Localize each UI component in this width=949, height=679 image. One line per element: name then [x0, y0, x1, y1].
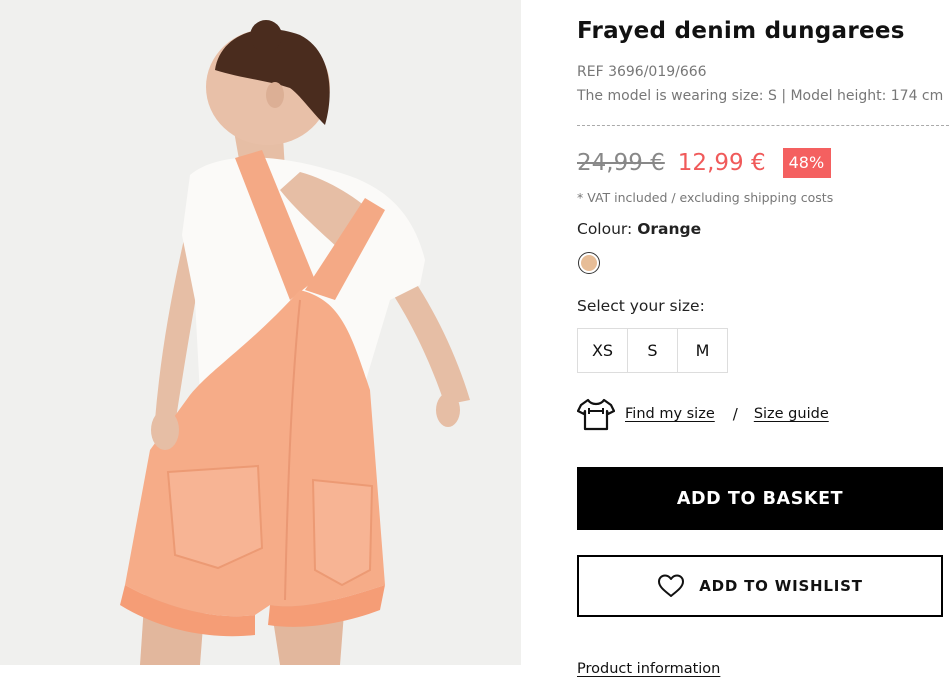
- colour-label: Colour:: [577, 220, 633, 238]
- product-details-panel: Frayed denim dungarees REF 3696/019/666 …: [577, 0, 949, 679]
- size-selector: XS S M: [577, 328, 728, 373]
- sale-price: 12,99 €: [677, 150, 766, 176]
- colour-value: Orange: [637, 220, 702, 238]
- size-label: Select your size:: [577, 297, 705, 315]
- product-image[interactable]: [0, 0, 521, 665]
- size-help-row: Find my size / Size guide: [577, 396, 829, 432]
- size-guide-link[interactable]: Size guide: [754, 406, 829, 422]
- colour-swatch-orange[interactable]: [578, 252, 600, 274]
- product-photo-illustration: [0, 0, 521, 665]
- product-information-link[interactable]: Product information: [577, 661, 720, 677]
- product-title: Frayed denim dungarees: [577, 18, 905, 44]
- add-to-wishlist-button[interactable]: ADD TO WISHLIST: [577, 555, 943, 617]
- size-option-m[interactable]: M: [677, 328, 728, 373]
- swatch-fill: [581, 255, 597, 271]
- add-to-basket-button[interactable]: ADD TO BASKET: [577, 467, 943, 530]
- link-separator: /: [732, 405, 738, 423]
- heart-icon: [658, 574, 685, 597]
- size-option-xs[interactable]: XS: [577, 328, 628, 373]
- find-my-size-link[interactable]: Find my size: [625, 406, 715, 422]
- model-info: The model is wearing size: S | Model hei…: [577, 88, 944, 104]
- discount-badge: 48%: [782, 148, 832, 178]
- tshirt-measure-icon: [577, 398, 615, 431]
- vat-note: * VAT included / excluding shipping cost…: [577, 190, 834, 205]
- price-row: 24,99 € 12,99 € 48%: [577, 146, 832, 180]
- original-price: 24,99 €: [577, 150, 665, 176]
- dashed-divider: [577, 125, 949, 126]
- size-option-s[interactable]: S: [627, 328, 678, 373]
- add-to-wishlist-label: ADD TO WISHLIST: [699, 577, 863, 595]
- colour-label-row: Colour: Orange: [577, 220, 701, 238]
- product-ref: REF 3696/019/666: [577, 64, 707, 80]
